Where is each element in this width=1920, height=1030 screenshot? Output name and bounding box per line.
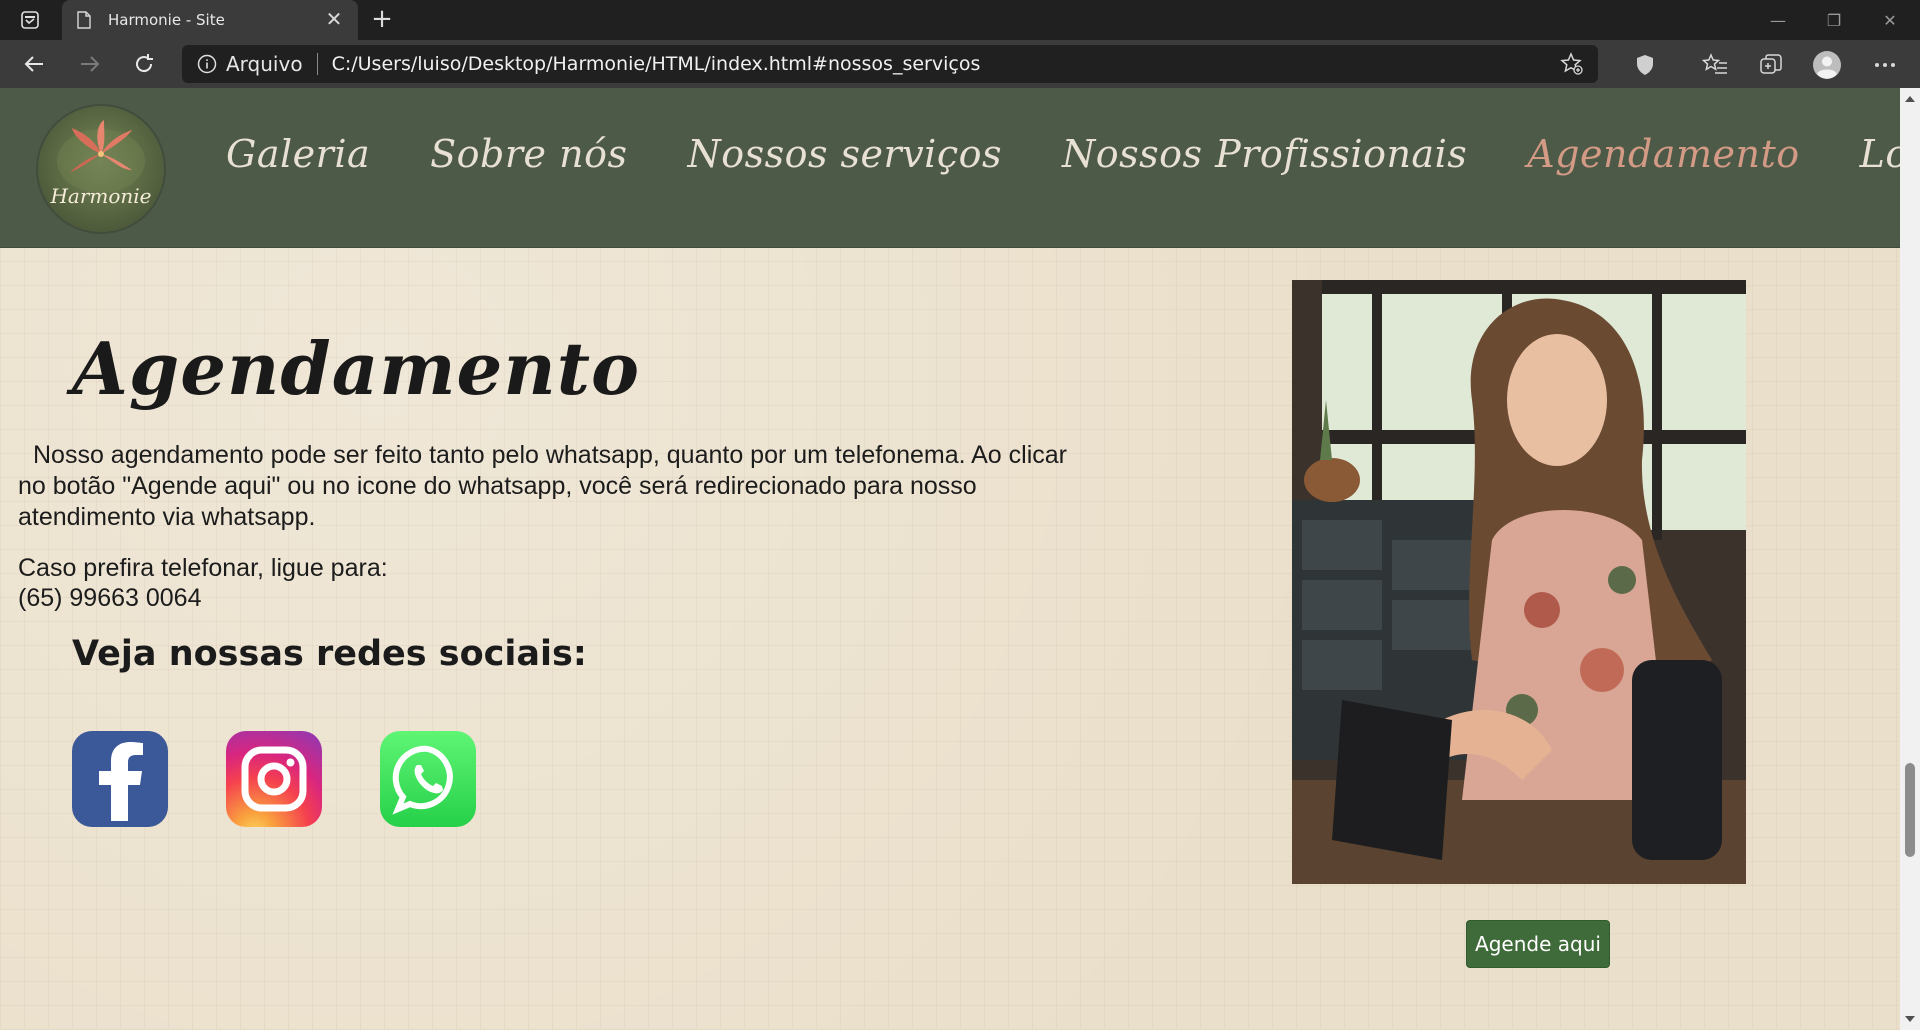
collections-icon[interactable] [1756, 50, 1786, 80]
restore-button[interactable]: ❐ [1806, 0, 1862, 40]
tab-strip: Harmonie - Site ✕ + — ❐ ✕ [0, 0, 1920, 40]
profile-icon[interactable] [1812, 50, 1842, 80]
favorites-icon[interactable] [1700, 50, 1730, 80]
site-info-label[interactable]: Arquivo [226, 52, 303, 76]
scroll-up-icon[interactable] [1900, 90, 1920, 108]
phone-paragraph: Caso prefira telefonar, ligue para: [18, 554, 388, 582]
address-separator [316, 53, 318, 75]
forward-button[interactable] [72, 48, 108, 80]
page-viewport: Harmonie Galeria Sobre nós Nossos serviç… [0, 88, 1900, 1030]
shield-icon[interactable] [1630, 50, 1660, 80]
nav-sobre-nos[interactable]: Sobre nós [430, 132, 627, 176]
back-button[interactable] [16, 48, 52, 80]
nav-galeria[interactable]: Galeria [226, 132, 370, 176]
nav-localizacao[interactable]: Localização [1860, 132, 1900, 176]
minimize-button[interactable]: — [1750, 0, 1806, 40]
address-bar[interactable]: Arquivo C:/Users/luiso/Desktop/Harmonie/… [182, 45, 1598, 83]
scroll-thumb[interactable] [1905, 763, 1915, 857]
more-icon[interactable] [1870, 50, 1900, 80]
add-favorite-icon[interactable] [1558, 50, 1586, 78]
nav-nossos-profissionais[interactable]: Nossos Profissionais [1062, 132, 1467, 176]
close-window-button[interactable]: ✕ [1862, 0, 1918, 40]
refresh-icon [136, 54, 153, 73]
refresh-button[interactable] [126, 48, 162, 80]
facebook-icon[interactable] [72, 731, 168, 827]
new-tab-button[interactable]: + [368, 6, 396, 34]
nav-agendamento[interactable]: Agendamento [1527, 132, 1799, 176]
intro-paragraph: Nosso agendamento pode ser feito tanto p… [18, 441, 1067, 531]
scroll-down-icon[interactable] [1900, 1010, 1920, 1028]
section-title: Agendamento [72, 326, 640, 411]
agende-aqui-button[interactable]: Agende aqui [1466, 920, 1610, 968]
page-scrollbar[interactable] [1900, 88, 1920, 1030]
info-icon[interactable] [196, 53, 218, 75]
nav-nossos-servicos[interactable]: Nossos serviços [687, 132, 1002, 176]
whatsapp-icon[interactable] [380, 731, 476, 827]
forward-icon [81, 56, 100, 72]
browser-tab[interactable]: Harmonie - Site ✕ [62, 0, 358, 40]
browser-toolbar: Arquivo C:/Users/luiso/Desktop/Harmonie/… [0, 40, 1920, 88]
logo-text: Harmonie [50, 184, 152, 208]
instagram-icon[interactable] [226, 731, 322, 827]
site-nav: Galeria Sobre nós Nossos serviços Nossos… [226, 132, 1900, 176]
back-icon [24, 56, 43, 72]
phone-number: (65) 99663 0064 [18, 584, 202, 612]
lily-flower-icon [57, 120, 145, 193]
page-icon [76, 11, 94, 29]
tab-actions-icon[interactable] [16, 8, 44, 32]
social-title: Veja nossas redes sociais: [72, 634, 587, 674]
professional-photo [1292, 280, 1746, 884]
tab-close-button[interactable]: ✕ [324, 10, 344, 30]
tab-title: Harmonie - Site [108, 11, 225, 29]
url-text[interactable]: C:/Users/luiso/Desktop/Harmonie/HTML/ind… [332, 53, 1558, 75]
harmonie-logo[interactable]: Harmonie [38, 106, 164, 232]
site-header: Harmonie Galeria Sobre nós Nossos serviç… [0, 88, 1900, 248]
